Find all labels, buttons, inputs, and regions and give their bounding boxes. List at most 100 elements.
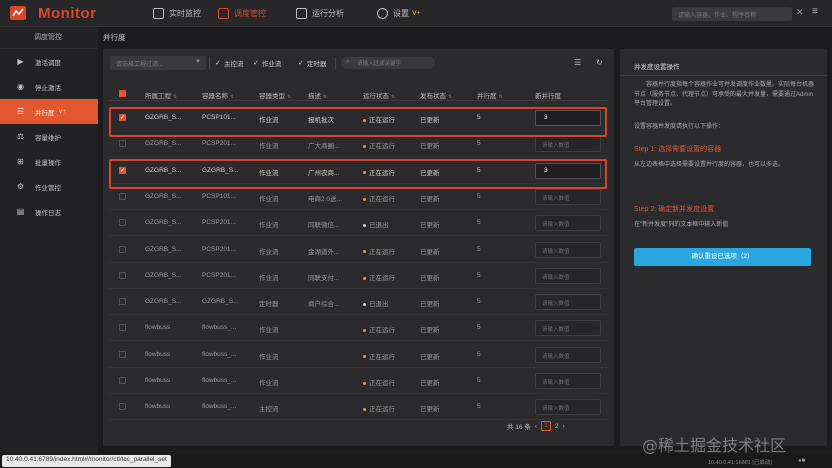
watermark: @稀土掘金技术社区 [642, 436, 787, 455]
new-parallel-input[interactable]: 请输入数值 [535, 346, 601, 363]
sidebar-item-parallel[interactable]: ☰ 并行度 V+ [0, 99, 98, 124]
column-settings-icon[interactable]: ☰ [574, 58, 581, 67]
col-run-status[interactable]: 运行状态 ⇅ [363, 90, 395, 100]
table-row[interactable]: GZGRB_S... PCSP201... 作业流 同联支付... 已更新 5 正在运行 请输… [109, 263, 608, 289]
sidebar-item-batch[interactable]: ⊞ 批量操作 [0, 149, 98, 174]
refresh-icon[interactable]: ↻ [596, 58, 603, 67]
cell-parallel: 5 [477, 324, 481, 332]
sidebar: 调度管控 ▶ 激活调度 ◉ 停止激活 ☰ 并行度 V+ ⚖ 容量维护 ⊞ 批量操… [0, 27, 98, 468]
keyword-filter-input[interactable]: ⌕ 请输入过滤关键字 [341, 57, 435, 69]
new-parallel-input[interactable]: 请输入数值 [535, 215, 601, 232]
nav-realtime-monitor[interactable]: 实时监控 [153, 0, 201, 27]
col-container[interactable]: 容器名称 ⇅ [202, 90, 234, 100]
table-row[interactable]: GZGRB_S... PCSP101... 作业流 电商2.0送... 已更新 5 正在运行… [109, 184, 608, 210]
check-icon: ✓ [253, 60, 259, 67]
sidebar-item-capacity[interactable]: ⚖ 容量维护 [0, 124, 98, 149]
cell-type: 作业流 [259, 195, 279, 203]
status-dot-icon [363, 223, 366, 227]
new-parallel-input[interactable]: 请输入数值 [535, 320, 601, 337]
sidebar-item-operation-log[interactable]: ▤ 操作日志 [0, 199, 98, 224]
table-row[interactable]: flowbuss flowbuss_... 主控流 已更新 5 正在运行 请输入数值 [109, 394, 608, 421]
row-checkbox[interactable] [119, 324, 126, 332]
nav-settings[interactable]: 设置 V+ [377, 0, 421, 27]
select-all-checkbox[interactable] [119, 90, 126, 97]
table-row[interactable]: GZGRB_S... PCSP201... 作业流 同联微信... 已更新 5 已退出 请输入… [109, 210, 608, 237]
col-type[interactable]: 容器类型 ⇅ [259, 90, 291, 100]
cell-container: PCSP201... [202, 140, 236, 148]
cell-run-status: 已退出 [363, 298, 389, 308]
help-intro: 容器并行度指每个容器作业可并发调度作业数量。实际每台机器节点（服务节点、代理节点… [634, 82, 815, 107]
col-pub-status[interactable]: 发布状态 ⇅ [420, 90, 452, 100]
row-checkbox[interactable]: ✓ [119, 166, 126, 174]
cell-pub-status: 已更新 [420, 406, 440, 414]
row-checkbox[interactable] [119, 140, 126, 148]
status-dot-icon [363, 355, 366, 359]
cell-project: GZGRB_S... [145, 298, 182, 306]
table-row[interactable]: flowbuss flowbuss_... 作业流 已更新 5 正在运行 请输入数值 [109, 368, 608, 394]
new-parallel-input[interactable]: 3 [535, 110, 601, 126]
col-parallel[interactable]: 并行度 ⇅ [477, 90, 503, 100]
help-title: 并发度设置操作 [634, 64, 680, 71]
global-search-input[interactable]: 请输入容器、作业、程序名称 [672, 7, 792, 21]
table-row[interactable]: ✓ GZGRB_S... PCSP101... 作业流 报机批次 已更新 5 正在运行 3 [109, 105, 608, 131]
cell-parallel: 5 [477, 403, 481, 411]
table-row[interactable]: ✓ GZGRB_S... GZGRB_S... 作业流 广州农商... 已更新 5 正在运行 3 [109, 158, 608, 184]
cell-parallel: 5 [477, 166, 481, 174]
next-page-button[interactable]: › [563, 423, 565, 430]
row-checkbox[interactable] [119, 271, 126, 279]
menu-icon[interactable]: ≡ [812, 6, 818, 17]
cell-run-status: 正在运行 [363, 140, 395, 150]
cell-container: PCSP101... [202, 114, 236, 121]
new-parallel-input[interactable]: 请输入数值 [535, 241, 601, 258]
table-row[interactable]: GZGRB_S... PCSP201... 作业流 广大商圈... 已更新 5 正在运行 请输… [109, 131, 608, 158]
sidebar-item-job-control[interactable]: ⚙ 作业管控 [0, 174, 98, 199]
row-checkbox[interactable] [119, 192, 126, 200]
list-icon: ☰ [16, 107, 25, 116]
total-count: 共 16 条 [507, 424, 531, 431]
row-checkbox[interactable]: ✓ [119, 114, 126, 121]
sort-icon: ⇅ [322, 94, 328, 100]
new-parallel-input[interactable]: 请输入数值 [535, 399, 601, 416]
col-project[interactable]: 所属工程 ⇅ [145, 90, 177, 100]
check-icon: ✓ [215, 60, 221, 67]
help-panel: 并发度设置操作 容器并行度指每个容器作业可并发调度作业数量。实际每台机器节点（服… [620, 49, 827, 446]
table-row[interactable]: flowbuss flowbuss_... 作业流 已更新 5 正在运行 请输入数值 [109, 342, 608, 368]
col-desc[interactable]: 描述 ⇅ [308, 90, 327, 100]
chevron-down-icon: ▼ [195, 59, 201, 65]
new-parallel-input[interactable]: 请输入数值 [535, 267, 601, 284]
table-row[interactable]: GZGRB_S... GZGRB_S... 定时器 商户综合... 已更新 5 已退出 请输入… [109, 289, 608, 316]
project-filter-select[interactable]: 请选择工程过滤... ▼ [110, 56, 206, 70]
cell-container: GZGRB_S... [202, 166, 239, 174]
table-row[interactable]: flowbuss flowbuss_... 作业流 已更新 5 正在运行 请输入数值 [109, 315, 608, 342]
row-checkbox[interactable] [119, 377, 126, 384]
status-toggle-icon[interactable]: ●■ [798, 458, 805, 464]
prev-page-button[interactable]: ‹ [535, 423, 537, 430]
confirm-reset-button[interactable]: 确认重设已选项（2） [634, 248, 811, 266]
row-checkbox[interactable] [119, 403, 126, 411]
page-2-button[interactable]: 2 [555, 423, 559, 430]
cell-parallel: 5 [477, 114, 481, 121]
table-row[interactable]: GZGRB_S... PCSP201... 作业流 金湖道外... 已更新 5 正在运行 请输… [109, 237, 608, 263]
new-parallel-input[interactable]: 请输入数值 [535, 294, 601, 311]
close-icon[interactable]: ✕ [796, 7, 804, 18]
cell-container: flowbuss_... [202, 377, 237, 384]
filter-option-job-flow[interactable]: ✓ 作业流 [253, 58, 281, 68]
new-parallel-input[interactable]: 请输入数值 [535, 188, 601, 205]
filter-option-master-flow[interactable]: ✓ 主控流 [215, 58, 243, 68]
sidebar-item-activate[interactable]: ▶ 激活调度 [0, 49, 98, 74]
row-checkbox[interactable] [119, 350, 126, 358]
nav-schedule-control[interactable]: 调度管控 [218, 0, 266, 27]
analysis-icon [296, 8, 307, 19]
cell-type: 作业流 [259, 327, 279, 335]
nav-run-analysis[interactable]: 运行分析 [296, 0, 344, 27]
new-parallel-input[interactable]: 3 [535, 162, 601, 179]
new-parallel-input[interactable]: 请输入数值 [535, 136, 601, 153]
row-checkbox[interactable] [119, 219, 126, 227]
page-1-button[interactable]: 1 [541, 421, 552, 431]
row-checkbox[interactable] [119, 245, 126, 253]
filter-option-timer[interactable]: ✓ 定时器 [298, 58, 326, 68]
new-parallel-input[interactable]: 请输入数值 [535, 373, 601, 389]
row-checkbox[interactable] [119, 298, 126, 306]
cell-desc: 广州农商... [308, 169, 340, 177]
sidebar-item-stop[interactable]: ◉ 停止激活 [0, 74, 98, 99]
